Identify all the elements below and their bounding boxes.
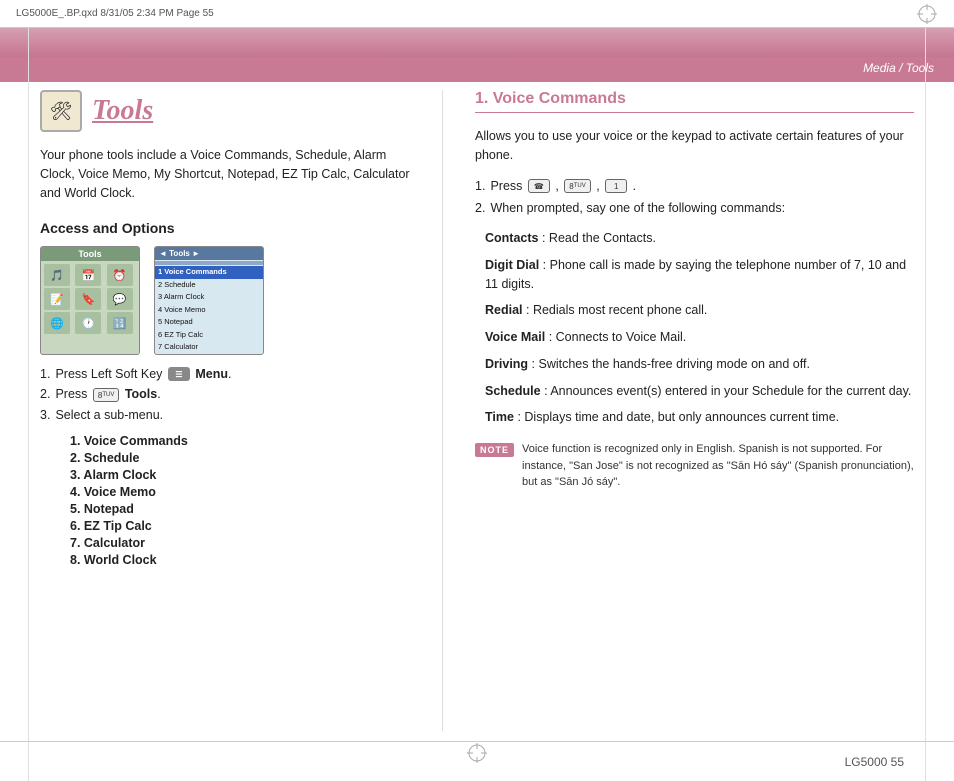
intro-text: Your phone tools include a Voice Command… xyxy=(40,146,410,202)
vc-commands: Contacts : Read the Contacts. Digit Dial… xyxy=(485,229,914,427)
vc-command-schedule: Schedule : Announces event(s) entered in… xyxy=(485,382,914,401)
8tuv-button-icon: 8TUV xyxy=(93,388,119,402)
vc-command-contacts: Contacts : Read the Contacts. xyxy=(485,229,914,248)
soft-key-icon: ☰ xyxy=(168,367,190,381)
icon-cell: 🔖 xyxy=(75,288,101,310)
submenu-item: 3. Alarm Clock xyxy=(70,468,410,482)
vc-command-digit-dial: Digit Dial : Phone call is made by sayin… xyxy=(485,256,914,294)
note-box: NOTE Voice function is recognized only i… xyxy=(475,441,914,491)
menu-item-calculator: 7 Calculator xyxy=(155,341,263,354)
8tuv-icon-btn: 8TUV xyxy=(564,179,590,193)
right-column: 1. Voice Commands Allows you to use your… xyxy=(475,90,914,731)
tools-icon: 🛠 xyxy=(40,90,82,132)
section-title-bar: Media / Tools xyxy=(0,57,954,79)
phone-screens: Tools 🎵 📅 ⏰ 📝 🔖 💬 🌐 🕐 🔢 xyxy=(40,246,410,355)
tools-heading: Tools xyxy=(92,95,153,127)
submenu-list: 1. Voice Commands 2. Schedule 3. Alarm C… xyxy=(40,434,410,567)
note-text: Voice function is recognized only in Eng… xyxy=(522,441,914,491)
vc-steps: 1. Press ☎ , 8TUV , 1 . 2. When prompted… xyxy=(475,179,914,216)
section-title: Media / Tools xyxy=(863,61,934,75)
menu-item-ez-tip-calc: 6 EZ Tip Calc xyxy=(155,329,263,342)
access-options-title: Access and Options xyxy=(40,220,410,236)
menu-item-notepad: 5 Notepad xyxy=(155,316,263,329)
phone-screen-2: ◄ Tools ► 1 Voice Commands 2 Schedule 3 … xyxy=(154,246,264,355)
icon-cell: 🎵 xyxy=(44,264,70,286)
voice-commands-title: 1. Voice Commands xyxy=(475,90,914,113)
icon-cell: 🕐 xyxy=(75,312,101,334)
left-column: 🛠 Tools Your phone tools include a Voice… xyxy=(40,90,410,731)
icon-cell: 📅 xyxy=(75,264,101,286)
accent-line xyxy=(0,79,954,82)
phone-screen-1-body: 🎵 📅 ⏰ 📝 🔖 💬 🌐 🕐 🔢 xyxy=(41,261,139,339)
vc-command-time: Time : Displays time and date, but only … xyxy=(485,408,914,427)
steps-list: 1. Press Left Soft Key ☰ Menu. 2. Press … xyxy=(40,367,410,422)
vc-command-redial: Redial : Redials most recent phone call. xyxy=(485,301,914,320)
menu-item-schedule: 2 Schedule xyxy=(155,279,263,292)
menu-item-alarm-clock: 3 Alarm Clock xyxy=(155,291,263,304)
step-1: 1. Press Left Soft Key ☰ Menu. xyxy=(40,367,410,382)
phone-screen-2-header: ◄ Tools ► xyxy=(155,247,263,260)
submenu-item: 5. Notepad xyxy=(70,502,410,516)
menu-item-voice-memo: 4 Voice Memo xyxy=(155,304,263,317)
submenu-item: 8. World Clock xyxy=(70,553,410,567)
1-icon-btn: 1 xyxy=(605,179,627,193)
icon-cell: 🔢 xyxy=(107,312,133,334)
page-header: LG5000E_.BP.qxd 8/31/05 2:34 PM Page 55 xyxy=(0,0,954,28)
icon-grid: 🎵 📅 ⏰ 📝 🔖 💬 🌐 🕐 🔢 xyxy=(44,264,136,334)
vc-command-voice-mail: Voice Mail : Connects to Voice Mail. xyxy=(485,328,914,347)
footer-text: LG5000 55 xyxy=(845,755,904,769)
submenu-item: 6. EZ Tip Calc xyxy=(70,519,410,533)
vc-step-2: 2. When prompted, say one of the followi… xyxy=(475,201,914,215)
submenu-item: 4. Voice Memo xyxy=(70,485,410,499)
page-header-text: LG5000E_.BP.qxd 8/31/05 2:34 PM Page 55 xyxy=(16,8,916,19)
tools-title-row: 🛠 Tools xyxy=(40,90,410,132)
access-options-section: Access and Options Tools 🎵 📅 ⏰ 📝 🔖 💬 xyxy=(40,220,410,567)
submenu-item: 7. Calculator xyxy=(70,536,410,550)
crosshair-bottom-icon xyxy=(466,742,488,764)
column-divider xyxy=(442,90,443,731)
right-margin xyxy=(925,28,926,781)
vc-step-1: 1. Press ☎ , 8TUV , 1 . xyxy=(475,179,914,194)
menu-item-voice-commands: 1 Voice Commands xyxy=(155,266,263,279)
submenu-item: 2. Schedule xyxy=(70,451,410,465)
crosshair-top-icon xyxy=(916,3,938,25)
phone-screen-1: Tools 🎵 📅 ⏰ 📝 🔖 💬 🌐 🕐 🔢 xyxy=(40,246,140,355)
crosshair-bottom xyxy=(466,742,488,767)
vc-intro: Allows you to use your voice or the keyp… xyxy=(475,127,914,165)
vc-command-driving: Driving : Switches the hands-free drivin… xyxy=(485,355,914,374)
icon-cell: 🌐 xyxy=(44,312,70,334)
icon-cell: 📝 xyxy=(44,288,70,310)
step-3: 3. Select a sub-menu. xyxy=(40,408,410,422)
icon-cell: ⏰ xyxy=(107,264,133,286)
icon-cell: 💬 xyxy=(107,288,133,310)
note-label: NOTE xyxy=(475,443,514,457)
phone-icon-btn: ☎ xyxy=(528,179,550,193)
main-content: 🛠 Tools Your phone tools include a Voice… xyxy=(40,90,914,731)
submenu-item: 1. Voice Commands xyxy=(70,434,410,448)
left-margin xyxy=(28,28,29,781)
step-2: 2. Press 8TUV Tools. xyxy=(40,387,410,402)
progress-bar xyxy=(155,261,263,265)
phone-screen-1-header: Tools xyxy=(41,247,139,261)
